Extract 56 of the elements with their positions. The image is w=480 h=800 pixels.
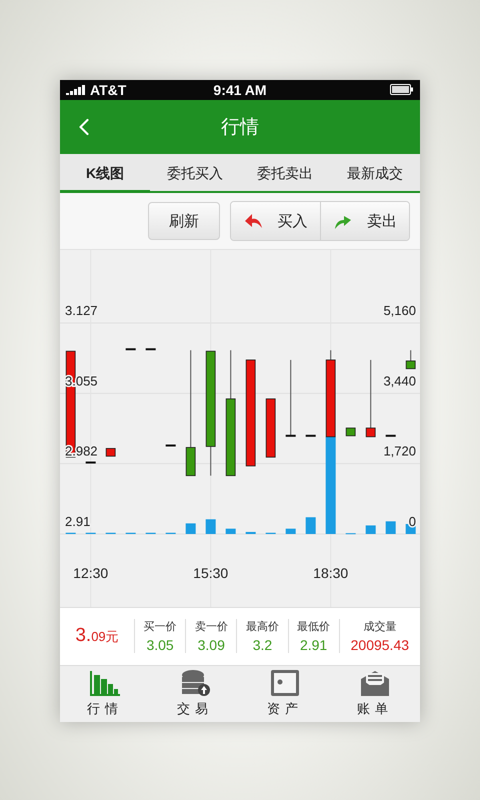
stat-value: 3.09 xyxy=(198,637,225,654)
safe-icon xyxy=(269,669,301,698)
tab[interactable]: 最新成交 xyxy=(330,154,420,194)
stat-value: 3.05 xyxy=(146,637,174,654)
volume-bar xyxy=(366,525,376,534)
battery-icon xyxy=(390,84,414,96)
stat-value: 3.2 xyxy=(252,637,272,654)
carrier-name: AT&T xyxy=(90,82,126,98)
stat-value: 2.91 xyxy=(300,637,328,654)
price-axis-label: 3.127 xyxy=(65,302,98,318)
signal-icon xyxy=(66,84,86,95)
volume-bar xyxy=(226,528,236,534)
nav-item[interactable]: 账单 xyxy=(330,666,420,722)
refresh-button[interactable]: 刷新 xyxy=(148,202,220,240)
stat-label: 卖一价 xyxy=(194,620,228,634)
sell-button[interactable]: 卖出 xyxy=(320,202,409,240)
volume-axis-label: 1,720 xyxy=(383,443,416,458)
stat-label: 成交量 xyxy=(363,620,396,634)
current-price: 3.09元 xyxy=(74,625,120,648)
candlestick xyxy=(306,434,316,436)
nav-item[interactable]: 交易 xyxy=(150,666,240,722)
volume-bar xyxy=(286,528,296,534)
stat-label: 最低价 xyxy=(297,620,330,634)
candlestick xyxy=(346,427,356,436)
volume-axis-label: 5,160 xyxy=(383,302,416,318)
volume-bar xyxy=(186,523,196,534)
candlestick xyxy=(406,349,416,369)
candlestick xyxy=(266,398,276,458)
tab[interactable]: 委托卖出 xyxy=(240,154,330,194)
clock-time: 9:41 AM xyxy=(213,82,267,98)
candlestick xyxy=(146,348,156,350)
price-axis-label: 2.91 xyxy=(65,514,90,529)
bar-chart-icon xyxy=(89,669,121,698)
nav-item[interactable]: 行情 xyxy=(60,666,150,722)
stat-label: 买一价 xyxy=(144,620,177,634)
volume-axis-label: 3,440 xyxy=(383,372,416,388)
candlestick xyxy=(166,444,176,446)
tab[interactable]: 委托买入 xyxy=(150,154,240,194)
tab[interactable]: K线图 xyxy=(60,154,150,194)
candlestick xyxy=(106,448,116,456)
volume-bar xyxy=(246,532,256,534)
volume-bar xyxy=(206,518,216,534)
candlestick xyxy=(386,434,396,436)
stat-value: 20095.43 xyxy=(350,637,410,654)
time-axis-label: 12:30 xyxy=(73,564,108,581)
time-axis-label: 18:30 xyxy=(313,564,348,581)
stat-label: 最高价 xyxy=(246,620,279,634)
nav-item[interactable]: 资产 xyxy=(240,666,330,722)
volume-bar xyxy=(306,516,316,534)
buy-button[interactable]: 买入 xyxy=(231,202,320,240)
candlestick xyxy=(86,461,96,464)
coin-stack-icon xyxy=(179,669,211,698)
time-axis-label: 15:30 xyxy=(193,564,228,581)
volume-bar xyxy=(386,520,396,534)
screen-title: 行情 xyxy=(221,116,259,140)
candlestick xyxy=(126,348,136,350)
